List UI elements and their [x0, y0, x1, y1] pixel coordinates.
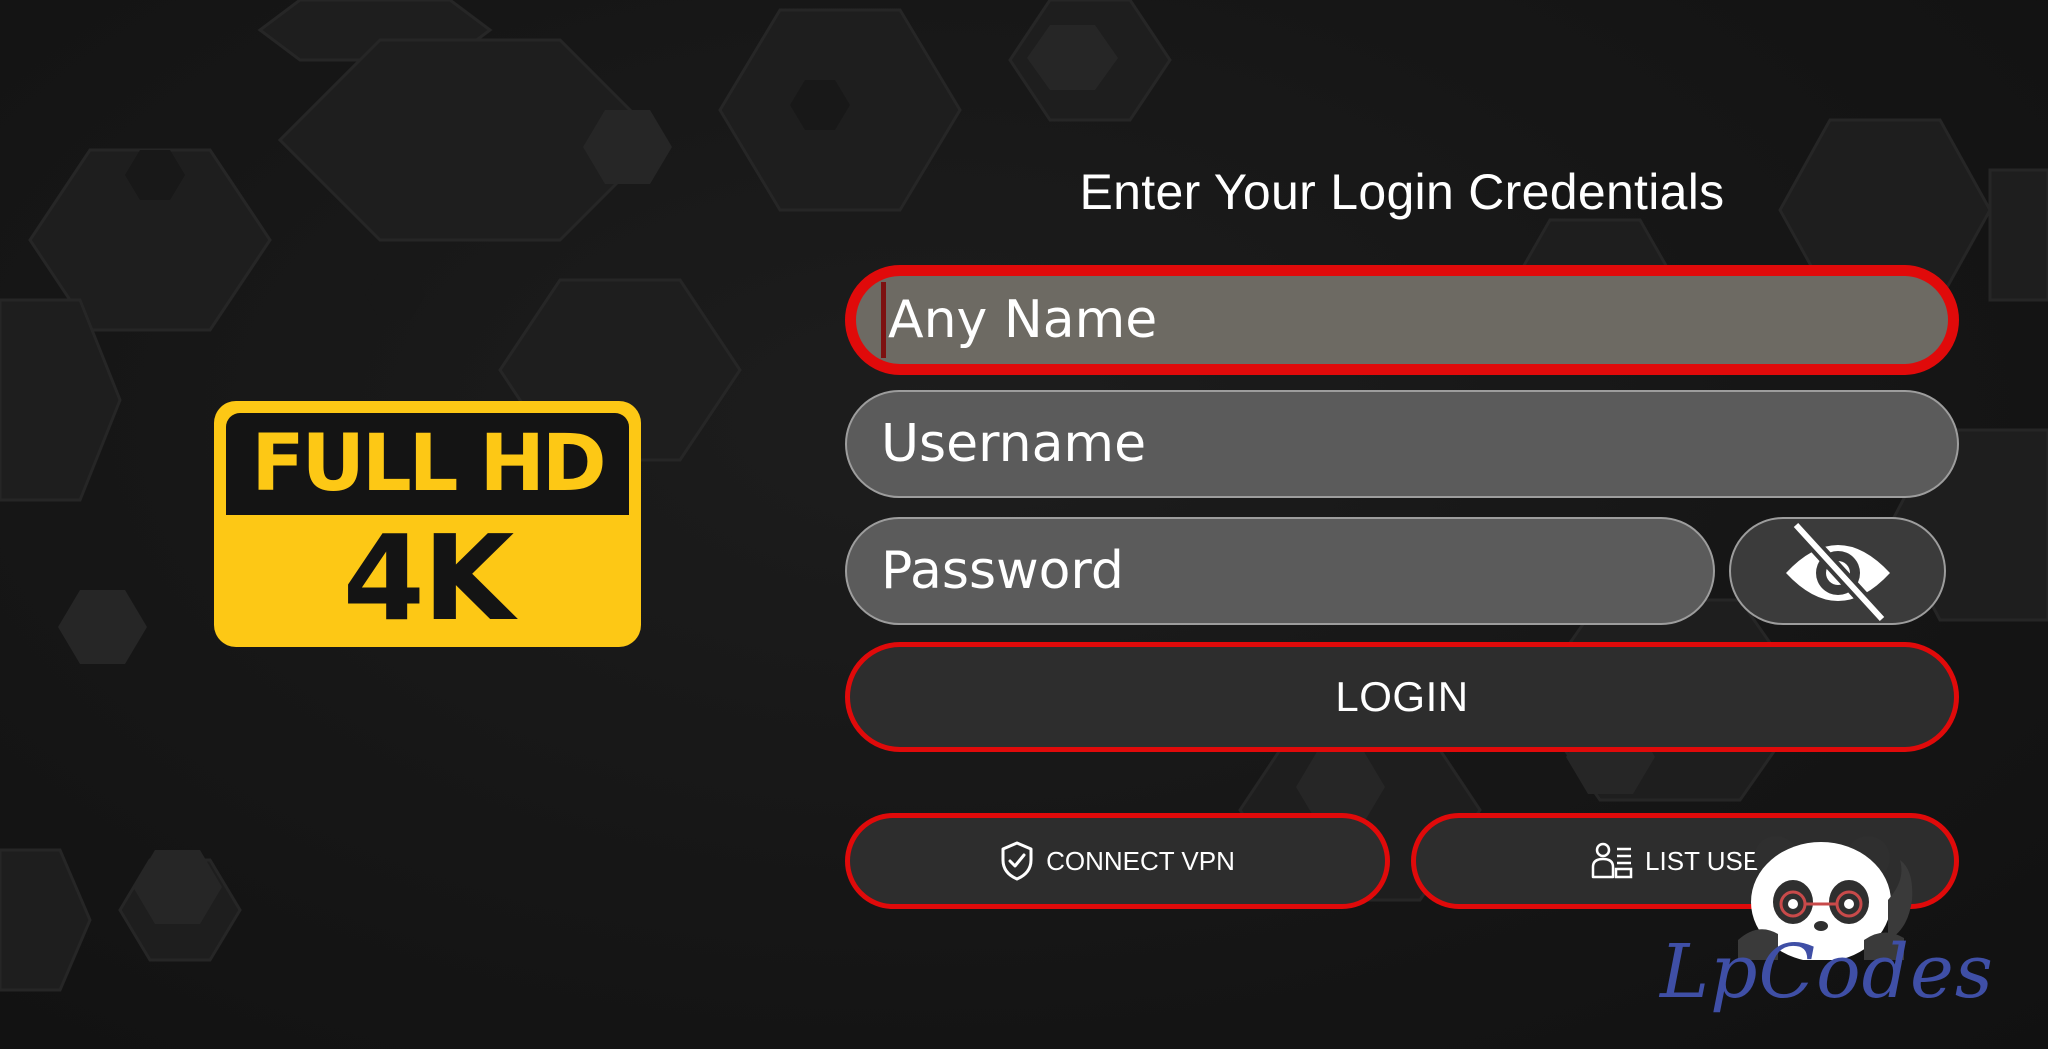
logo-top-text: FULL HD: [251, 419, 606, 509]
watermark-text: LpCodes: [1660, 929, 1994, 1015]
text-caret: [881, 282, 886, 358]
connect-vpn-label: CONNECT VPN: [1046, 845, 1235, 876]
login-screen: FULL HD 4K Enter Your Login Credentials …: [0, 0, 2048, 1049]
name-input-placeholder: Any Name: [888, 290, 1158, 350]
connect-vpn-button[interactable]: CONNECT VPN: [845, 813, 1390, 909]
full-hd-4k-logo: FULL HD 4K: [214, 401, 641, 647]
password-input[interactable]: Password: [845, 517, 1715, 625]
login-button[interactable]: LOGIN: [845, 642, 1959, 752]
username-input[interactable]: Username: [845, 390, 1959, 498]
eye-off-icon: [1785, 521, 1890, 621]
password-visibility-toggle[interactable]: [1729, 517, 1946, 625]
shield-check-icon: [1001, 841, 1033, 881]
page-title: Enter Your Login Credentials: [1079, 164, 1725, 220]
login-button-label: LOGIN: [1335, 673, 1469, 720]
logo-band: FULL HD: [226, 413, 629, 515]
logo-bottom-text: 4K: [342, 509, 515, 647]
password-input-placeholder: Password: [881, 541, 1124, 601]
username-input-placeholder: Username: [881, 414, 1147, 474]
name-input[interactable]: Any Name: [845, 265, 1959, 375]
user-list-icon: [1591, 842, 1633, 879]
